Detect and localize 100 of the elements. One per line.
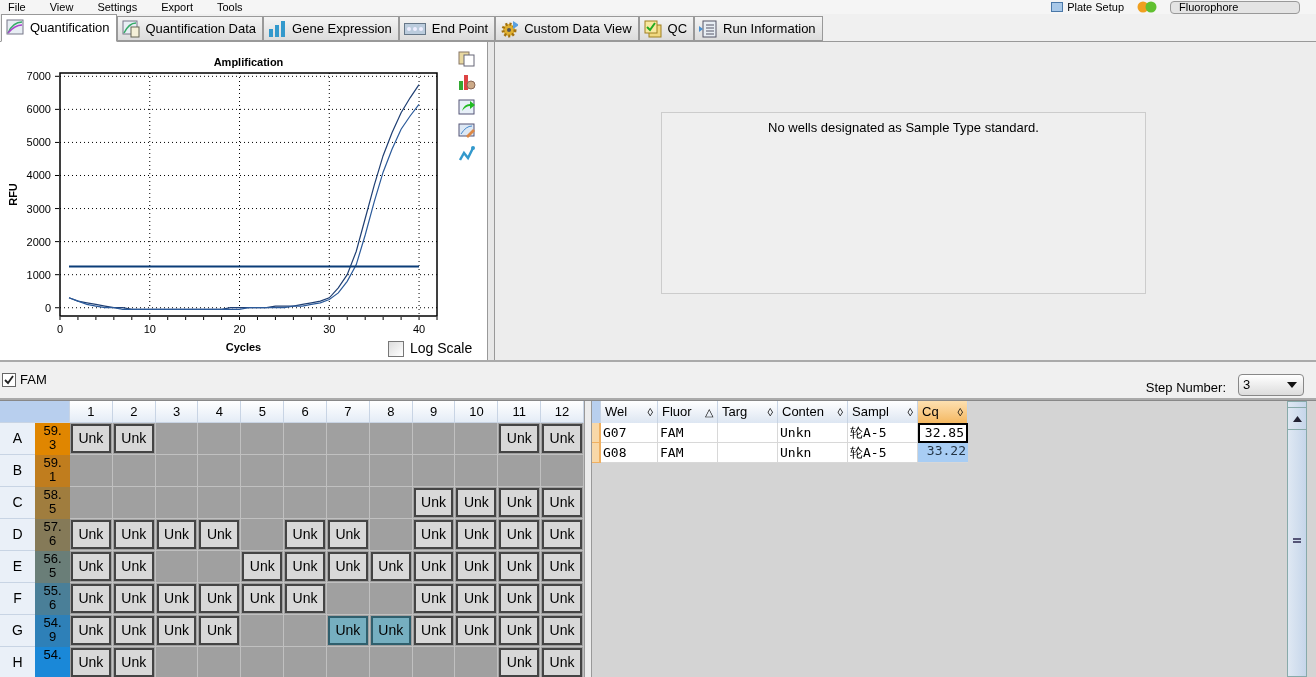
tab[interactable]: Gene Expression xyxy=(263,16,399,41)
well[interactable]: Unk xyxy=(113,584,154,613)
well[interactable]: Unk xyxy=(542,648,582,677)
well[interactable]: Unk xyxy=(413,552,454,581)
tab[interactable]: Custom Data View xyxy=(495,16,639,41)
well[interactable]: Unk xyxy=(456,488,497,517)
well[interactable]: Unk xyxy=(456,552,497,581)
well[interactable]: Unk xyxy=(499,488,540,517)
column-header[interactable]: 12 xyxy=(541,401,584,423)
well[interactable]: Unk xyxy=(156,520,197,549)
well[interactable]: Unk xyxy=(370,552,411,581)
well[interactable]: Unk xyxy=(499,648,540,677)
well[interactable]: Unk xyxy=(542,488,582,517)
well[interactable]: Unk xyxy=(199,520,240,549)
column-header[interactable]: Fluor △ xyxy=(658,401,718,423)
well[interactable]: Unk xyxy=(113,424,154,453)
corner-cell[interactable] xyxy=(592,401,601,423)
column-header[interactable]: 6 xyxy=(284,401,327,423)
column-header[interactable]: 11 xyxy=(498,401,542,423)
well[interactable]: Unk xyxy=(156,584,197,613)
well[interactable]: Unk xyxy=(199,584,240,613)
well[interactable]: Unk xyxy=(456,584,497,613)
fluorophore-dropdown[interactable]: Fluorophore xyxy=(1170,0,1300,14)
checkbox[interactable] xyxy=(388,340,404,357)
well[interactable]: Unk xyxy=(413,488,454,517)
well[interactable]: Unk xyxy=(242,552,283,581)
menu-item[interactable]: Tools xyxy=(216,1,243,13)
tab[interactable]: Run Information xyxy=(694,16,823,41)
well[interactable]: Unk xyxy=(542,520,582,549)
column-header[interactable]: 9 xyxy=(412,401,456,423)
well[interactable]: Unk xyxy=(71,552,111,581)
well[interactable]: Unk xyxy=(499,616,540,645)
export-icon[interactable] xyxy=(458,97,476,115)
chart-settings-icon[interactable] xyxy=(458,73,476,91)
column-header[interactable]: 3 xyxy=(155,401,199,423)
checkbox[interactable] xyxy=(2,372,16,387)
well[interactable]: Unk xyxy=(71,520,111,549)
well[interactable]: Unk xyxy=(113,552,154,581)
column-header[interactable]: Sampl ◊ xyxy=(848,401,918,423)
row-selector[interactable] xyxy=(592,423,601,443)
step-number-dropdown[interactable]: 3 xyxy=(1238,373,1304,396)
well[interactable]: Unk xyxy=(199,616,240,645)
column-header[interactable]: 7 xyxy=(327,401,370,423)
column-header[interactable]: 8 xyxy=(369,401,413,423)
well[interactable]: Unk xyxy=(413,520,454,549)
well[interactable]: Unk xyxy=(113,520,154,549)
menu-item[interactable]: File xyxy=(8,1,26,13)
scroll-up-icon[interactable] xyxy=(1292,415,1302,422)
column-header[interactable]: 2 xyxy=(112,401,156,423)
well[interactable]: Unk xyxy=(285,552,325,581)
column-header[interactable]: 10 xyxy=(455,401,499,423)
well[interactable]: Unk xyxy=(499,520,540,549)
tab[interactable]: Quantification Data xyxy=(116,16,264,41)
column-header[interactable]: Conten ◊ xyxy=(778,401,848,423)
well[interactable]: Unk xyxy=(456,616,497,645)
column-header[interactable]: Wel ◊ xyxy=(601,401,658,423)
well[interactable]: Unk xyxy=(71,584,111,613)
copy-icon[interactable] xyxy=(458,49,476,67)
well[interactable]: Unk xyxy=(71,648,111,677)
menu-item[interactable]: Export xyxy=(161,1,193,13)
well[interactable]: Unk xyxy=(542,552,582,581)
column-header[interactable]: Targ ◊ xyxy=(718,401,778,423)
tab[interactable]: Quantification xyxy=(1,14,117,42)
column-header[interactable]: 5 xyxy=(241,401,285,423)
tab[interactable]: End Point xyxy=(398,16,496,41)
well[interactable]: Unk xyxy=(370,616,411,645)
well[interactable]: Unk xyxy=(413,616,454,645)
row-selector[interactable] xyxy=(592,443,601,463)
well[interactable]: Unk xyxy=(285,520,325,549)
well[interactable]: Unk xyxy=(156,616,197,645)
well[interactable]: Unk xyxy=(113,616,154,645)
well[interactable]: Unk xyxy=(499,552,540,581)
line-chart-icon[interactable] xyxy=(458,145,476,163)
well[interactable]: Unk xyxy=(542,616,582,645)
well[interactable]: Unk xyxy=(499,584,540,613)
well[interactable]: Unk xyxy=(113,648,154,677)
column-header[interactable]: 1 xyxy=(70,401,113,423)
well[interactable]: Unk xyxy=(328,616,368,645)
well[interactable]: Unk xyxy=(413,584,454,613)
menu-item[interactable]: View xyxy=(49,1,74,13)
well[interactable]: Unk xyxy=(456,520,497,549)
splitter-bar[interactable] xyxy=(584,401,592,677)
splitter-bar[interactable] xyxy=(487,42,495,360)
column-header[interactable]: Cq ◊ xyxy=(918,401,968,423)
well[interactable]: Unk xyxy=(71,424,111,453)
well[interactable]: Unk xyxy=(328,552,368,581)
plate-setup-button[interactable]: Plate Setup xyxy=(1051,1,1124,13)
corner-cell[interactable] xyxy=(0,401,70,423)
well[interactable]: Unk xyxy=(285,584,325,613)
well[interactable]: Unk xyxy=(71,616,111,645)
menu-item[interactable]: Settings xyxy=(97,1,138,13)
tab[interactable]: QC xyxy=(638,16,695,41)
chart-edit-icon[interactable] xyxy=(458,121,476,139)
well[interactable]: Unk xyxy=(499,424,540,453)
well[interactable]: Unk xyxy=(542,424,582,453)
column-header[interactable]: 4 xyxy=(198,401,242,423)
well[interactable]: Unk xyxy=(328,520,368,549)
scrollbar[interactable] xyxy=(1287,401,1307,677)
well[interactable]: Unk xyxy=(242,584,283,613)
well[interactable]: Unk xyxy=(542,584,582,613)
